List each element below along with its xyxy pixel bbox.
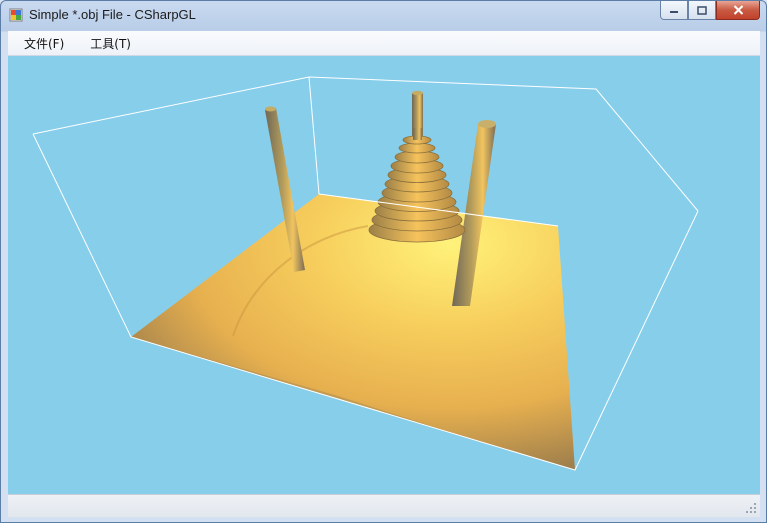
title-bar[interactable]: Simple *.obj File - CSharpGL (1, 1, 766, 29)
close-icon (733, 5, 743, 15)
menu-file[interactable]: 文件(F) (14, 35, 74, 52)
maximize-icon (697, 5, 707, 15)
hanoi-scene (32, 76, 699, 471)
maximize-button[interactable] (688, 1, 716, 20)
caption-buttons (660, 1, 760, 21)
minimize-icon (670, 11, 678, 13)
close-button[interactable] (716, 1, 760, 20)
resize-grip-icon[interactable] (745, 502, 757, 514)
gl-viewport[interactable] (8, 56, 760, 494)
app-window: Simple *.obj File - CSharpGL 文件(F) 工具(T) (0, 0, 767, 523)
window-title: Simple *.obj File - CSharpGL (29, 7, 196, 22)
menu-bar: 文件(F) 工具(T) (8, 31, 760, 56)
minimize-button[interactable] (660, 1, 688, 20)
status-bar (8, 494, 760, 517)
menu-tools[interactable]: 工具(T) (80, 35, 141, 52)
bounding-box-back (32, 76, 699, 212)
center-tower (368, 90, 466, 243)
app-icon (9, 8, 23, 22)
base-plate (131, 194, 575, 470)
